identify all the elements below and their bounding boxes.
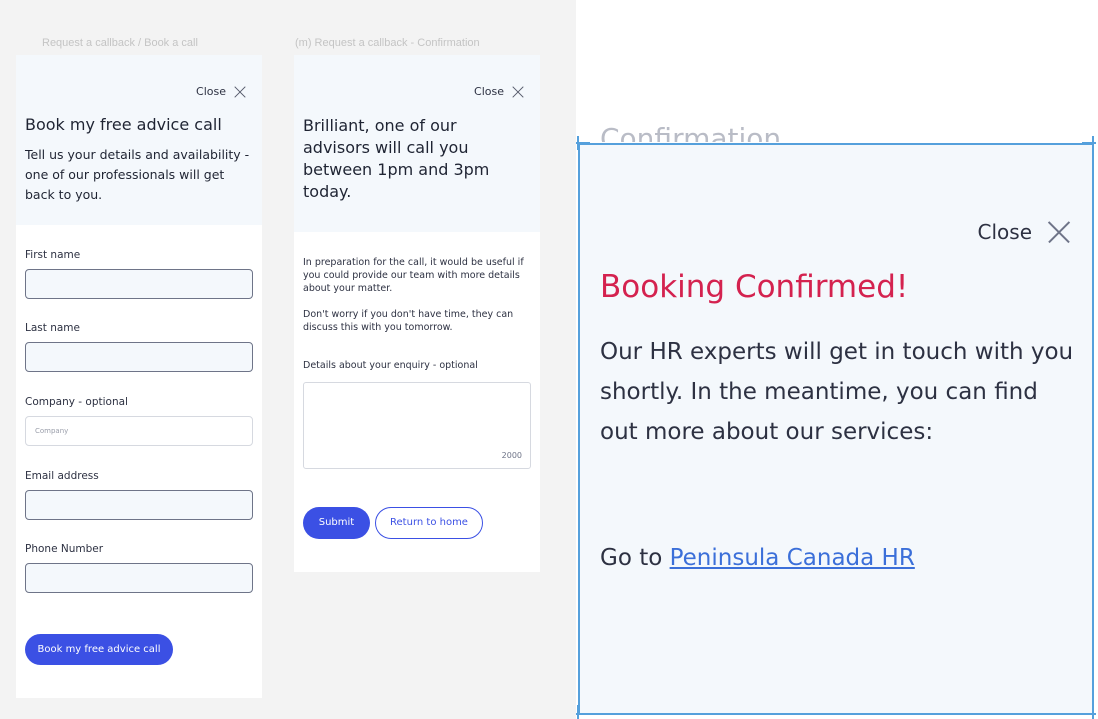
first-name-label: First name: [25, 249, 81, 261]
booking-form-header: Close Book my free advice call Tell us y…: [16, 55, 262, 225]
selection-handle: [1092, 705, 1094, 719]
confirmation-title: Brilliant, one of our advisors will call…: [303, 116, 490, 201]
confirmation-header: Close Brilliant, one of our advisors wil…: [294, 55, 540, 232]
goto-line: Go to Peninsula Canada HR: [600, 545, 915, 571]
close-icon: [1048, 221, 1070, 243]
confirmation-body: Our HR experts will get in touch with yo…: [600, 339, 1074, 445]
cropped-heading-fragment: Confirmation: [600, 122, 782, 142]
book-call-button[interactable]: Book my free advice call: [25, 634, 173, 665]
form-subtitle: Tell us your details and availability - …: [25, 147, 250, 202]
selection-handle: [1092, 136, 1094, 150]
company-placeholder: Company: [35, 427, 69, 435]
selection-handle: [577, 705, 579, 719]
return-home-button[interactable]: Return to home: [375, 507, 483, 539]
company-field[interactable]: Company: [25, 416, 253, 446]
email-field[interactable]: [25, 490, 253, 520]
details-label: Details about your enquiry - optional: [303, 360, 478, 371]
frame-label-middle: (m) Request a callback - Confirmation: [295, 37, 480, 49]
submit-button[interactable]: Submit: [303, 507, 370, 539]
last-name-label: Last name: [25, 322, 80, 334]
preparation-text: In preparation for the call, it would be…: [303, 257, 524, 294]
details-textarea[interactable]: 2000: [303, 382, 531, 469]
booking-form-panel: Close Book my free advice call Tell us y…: [16, 55, 262, 698]
booking-confirmed-title: Booking Confirmed!: [600, 269, 909, 305]
last-name-field[interactable]: [25, 342, 253, 372]
close-label: Close: [474, 85, 504, 98]
close-button[interactable]: Close: [474, 85, 524, 98]
close-button[interactable]: Close: [978, 220, 1070, 244]
peninsula-link[interactable]: Peninsula Canada HR: [670, 545, 915, 571]
close-label: Close: [196, 85, 226, 98]
close-button[interactable]: Close: [196, 85, 246, 98]
phone-label: Phone Number: [25, 543, 104, 555]
close-icon: [512, 86, 524, 98]
email-label: Email address: [25, 470, 99, 482]
reassurance-text: Don't worry if you don't have time, they…: [303, 309, 514, 333]
zoomed-confirmation-panel: Close Booking Confirmed! Our HR experts …: [578, 143, 1094, 715]
company-label: Company - optional: [25, 396, 128, 408]
close-label: Close: [977, 220, 1032, 244]
first-name-field[interactable]: [25, 269, 253, 299]
phone-field[interactable]: [25, 563, 253, 593]
confirmation-panel: Close Brilliant, one of our advisors wil…: [294, 55, 540, 572]
form-title: Book my free advice call: [25, 115, 222, 134]
frame-label-left: Request a callback / Book a call: [42, 37, 198, 49]
char-counter: 2000: [501, 451, 522, 460]
close-icon: [234, 86, 246, 98]
goto-prefix: Go to: [600, 545, 670, 571]
selection-handle: [577, 136, 579, 150]
